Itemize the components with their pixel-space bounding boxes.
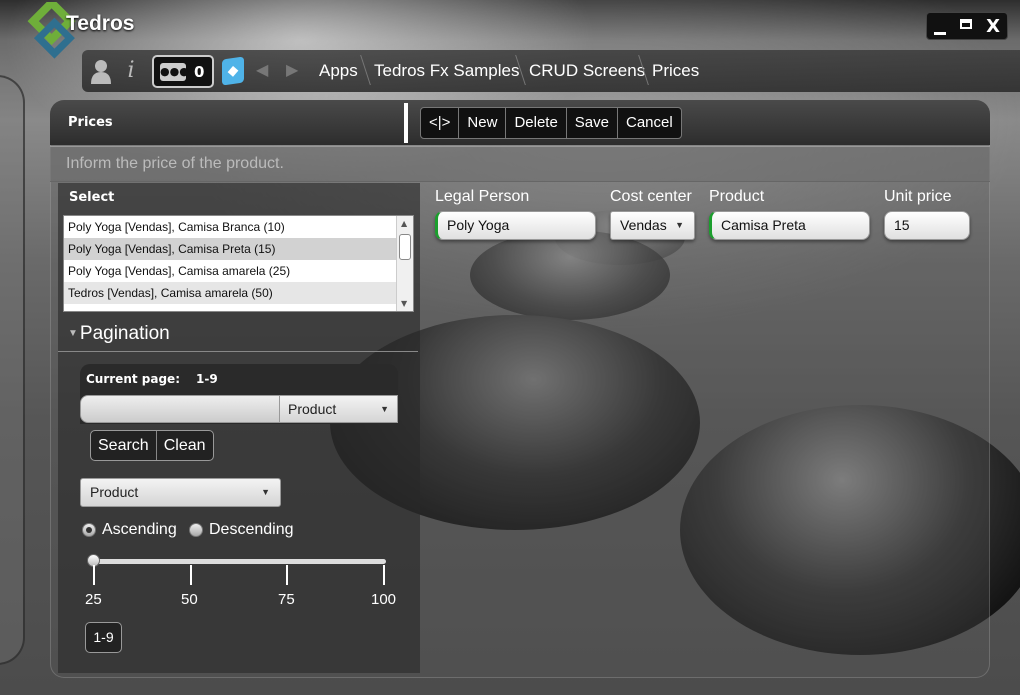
search-field-value: Product [288,401,337,417]
people-icon: ●●● [160,62,189,81]
chevron-down-icon: ▼ [675,220,684,230]
tick-label: 75 [278,591,295,608]
breadcrumb-tedros-fx-samples[interactable]: Tedros Fx Samples [374,61,520,81]
pagination-header[interactable]: ▼ Pagination [68,323,170,345]
cost-center-select[interactable]: Vendas ▼ [610,211,695,240]
record-list[interactable]: Poly Yoga [Vendas], Camisa Branca (10) P… [63,215,414,312]
forward-arrow-icon[interactable]: ▶ [286,60,298,79]
page-size-slider[interactable] [88,559,386,564]
description-text: Inform the price of the product. [66,155,284,172]
list-item[interactable]: Poly Yoga [Vendas], Camisa Branca (10) [64,216,397,238]
slider-tick [383,565,385,585]
close-button[interactable]: X [986,16,1000,37]
ascending-option[interactable]: Ascending [82,521,177,539]
scroll-down-icon[interactable]: ▼ [401,299,407,308]
clean-button[interactable]: Clean [157,431,213,460]
list-item[interactable]: Tedros [Vendas], Camisa amarela (50) [64,282,397,304]
order-by-value: Product [90,484,139,500]
divider [58,351,418,352]
ascending-label: Ascending [102,521,177,538]
minimize-button[interactable] [934,31,947,35]
select-label: Select [69,190,115,205]
tick-label: 100 [371,591,397,608]
list-item[interactable]: Poly Yoga [Vendas], Camisa amarela (25) [64,260,397,282]
user-icon[interactable] [88,58,114,84]
save-button[interactable]: Save [567,108,618,138]
navigation-bar: i ●●● 0 ◆ ◀ ▶ Apps Tedros Fx Samples CRU… [82,50,1020,92]
side-drawer-edge[interactable] [0,75,25,665]
slider-tick [190,565,192,585]
product-label: Product [709,188,765,205]
search-field-select[interactable]: Product ▼ [279,395,398,423]
back-arrow-icon[interactable]: ◀ [256,60,268,79]
delete-button[interactable]: Delete [506,108,567,138]
tick-label: 50 [181,591,198,608]
scroll-up-icon[interactable]: ▲ [401,219,407,228]
breadcrumb-apps[interactable]: Apps [319,61,358,81]
cancel-button[interactable]: Cancel [618,108,681,138]
descending-option[interactable]: Descending [189,521,294,539]
legal-person-label: Legal Person [435,188,530,205]
new-button[interactable]: New [459,108,507,138]
unit-price-label: Unit price [884,188,952,205]
list-item-selected[interactable]: Poly Yoga [Vendas], Camisa Preta (15) [64,238,397,260]
info-icon[interactable]: i [118,58,144,84]
search-buttons: Search Clean [90,430,214,461]
current-page-value: 1-9 [196,372,218,386]
breadcrumb-crud-screens[interactable]: CRUD Screens [529,61,645,81]
tedros-icon[interactable]: ◆ [222,56,244,86]
crud-toolbar: <|> New Delete Save Cancel [420,107,682,139]
unit-price-field[interactable]: 15 [884,211,970,240]
list-scrollbar[interactable]: ▲ ▼ [396,216,413,311]
breadcrumb-prices[interactable]: Prices [652,61,699,81]
slider-tick [286,565,288,585]
descending-label: Descending [209,521,294,538]
cost-center-label: Cost center [610,188,692,205]
order-by-select[interactable]: Product ▼ [80,478,281,507]
product-field[interactable]: Camisa Preta [709,211,870,240]
search-button[interactable]: Search [91,431,157,460]
scroll-thumb[interactable] [399,234,411,260]
notifications-button[interactable]: ●●● 0 [152,55,214,88]
legal-person-field[interactable]: Poly Yoga [435,211,596,240]
ascending-radio[interactable] [82,523,96,537]
tick-label: 25 [85,591,102,608]
cost-center-value: Vendas [620,217,667,233]
descending-radio[interactable] [189,523,203,537]
toggle-view-button[interactable]: <|> [421,108,460,138]
current-page-label: Current page: [86,372,180,386]
chevron-down-icon: ▼ [261,487,270,497]
header-divider [404,103,408,143]
maximize-button[interactable] [960,19,973,29]
search-input[interactable] [80,395,280,423]
notifications-count: 0 [194,62,205,81]
pagination-title: Pagination [79,323,170,344]
page-title: Prices [68,115,113,130]
window-controls: X [926,12,1008,40]
app-title: Tedros [66,12,135,35]
chevron-down-icon: ▼ [380,404,389,414]
slider-tick [93,565,95,585]
collapse-icon: ▼ [68,328,78,340]
page-button[interactable]: 1-9 [85,622,122,653]
